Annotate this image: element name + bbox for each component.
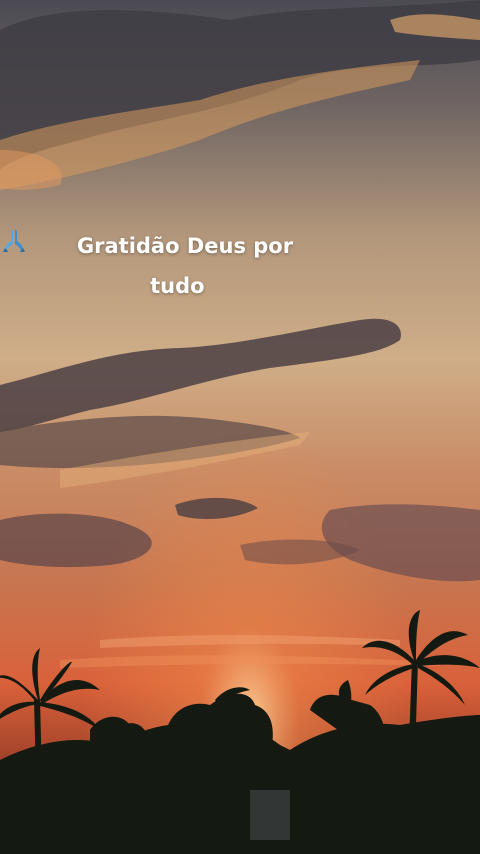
- sunset-photo: Gratidão Deus por tudo: [0, 0, 480, 854]
- caption-line-2: tudo: [0, 229, 370, 306]
- caption-line-2-text: tudo: [150, 274, 205, 298]
- distant-building: [250, 790, 290, 840]
- caption-line-1: Gratidão Deus por: [76, 234, 294, 258]
- sunset-background: [0, 0, 480, 854]
- caption-overlay: Gratidão Deus por tudo: [0, 226, 370, 306]
